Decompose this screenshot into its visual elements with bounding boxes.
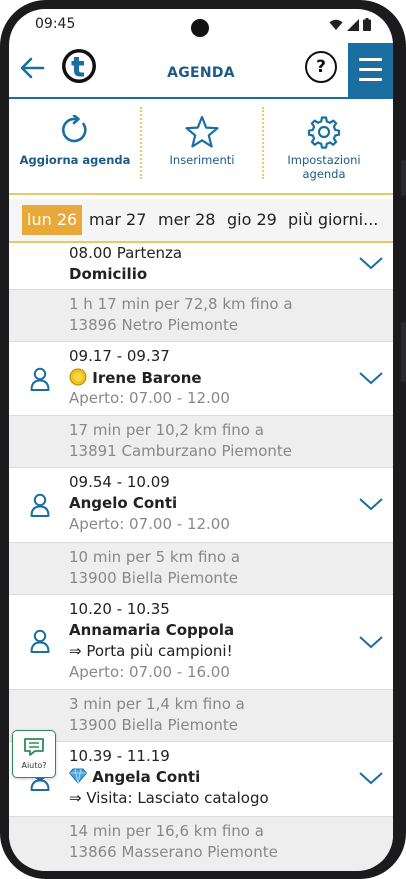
chevron-down-icon[interactable] (358, 255, 384, 271)
travel-destination: 13900 Biella Piemonte (69, 569, 238, 587)
chevron-down-icon[interactable] (358, 496, 384, 512)
travel-duration: 14 min per 16,6 km fino a (69, 822, 264, 840)
appointment-item[interactable]: 09.17 - 09.37 Irene Barone Aperto: 07.00… (9, 342, 393, 416)
settings-label-line1: Impostazioni (287, 153, 361, 167)
sun-badge-icon (69, 368, 87, 386)
appointment-item[interactable]: 10.39 - 11.19 Angela Conti ⇒ Visita: Las… (9, 742, 393, 817)
travel-segment: 3 min per 1,4 km fino a 13900 Biella Pie… (9, 690, 393, 742)
battery-icon (363, 18, 371, 31)
status-bar: 09:45 (9, 9, 393, 43)
travel-segment: 1 h 17 min per 72,8 km fino a 13896 Netr… (9, 290, 393, 342)
opening-hours: Aperto: 07.00 - 12.00 (69, 389, 230, 407)
start-time: 08.00 Partenza (69, 244, 183, 262)
appointment-time: 09.17 - 09.37 (69, 347, 170, 365)
travel-segment: 17 min per 10,2 km fino a 13891 Camburza… (9, 416, 393, 468)
appointment-note: ⇒ Visita: Lasciato catalogo (69, 789, 269, 807)
appointment-time: 10.20 - 10.35 (69, 600, 170, 618)
agenda-settings-label: Impostazioni agenda (264, 153, 384, 181)
day-tab[interactable]: gio 29 (227, 205, 277, 235)
travel-destination: 13866 Masserano Piemonte (69, 843, 278, 861)
settings-label-line2: agenda (302, 167, 346, 181)
wifi-icon (329, 19, 343, 30)
refresh-icon (61, 115, 87, 143)
screen: 09:45 AGENDA ? Aggiorna agenda Inserimen… (9, 9, 393, 871)
power-button (401, 322, 406, 382)
status-icons (329, 18, 371, 31)
star-icon (185, 115, 219, 148)
travel-duration: 1 h 17 min per 72,8 km fino a (69, 295, 293, 313)
volume-button (401, 160, 406, 196)
travel-duration: 17 min per 10,2 km fino a (69, 421, 264, 439)
day-tab[interactable]: mar 27 (89, 205, 146, 235)
entries-label: Inserimenti (169, 153, 235, 167)
refresh-agenda-button[interactable]: Aggiorna agenda (9, 97, 141, 193)
appointment-time: 10.39 - 11.19 (69, 747, 170, 765)
day-selector: lun 26 mar 27 mer 28 gio 29 più giorni..… (9, 199, 393, 243)
phone-frame: 09:45 AGENDA ? Aggiorna agenda Inserimen… (0, 0, 406, 879)
help-chat-label: Aiuto? (21, 761, 47, 770)
appointment-name-text: Irene Barone (92, 369, 202, 387)
travel-duration: 3 min per 1,4 km fino a (69, 695, 245, 713)
help-chat-button[interactable]: Aiuto? (12, 730, 56, 778)
signal-icon (347, 18, 359, 31)
start-item[interactable]: 08.00 Partenza Domicilio (9, 243, 393, 290)
app-header: AGENDA ? (9, 43, 393, 99)
chat-icon (24, 738, 44, 756)
appointment-item[interactable]: 10.20 - 10.35 Annamaria Coppola ⇒ Porta … (9, 595, 393, 690)
travel-destination: 13900 Biella Piemonte (69, 716, 238, 734)
person-icon (30, 629, 50, 653)
menu-icon-bar (359, 78, 382, 81)
opening-hours: Aperto: 07.00 - 12.00 (69, 515, 230, 533)
person-icon (30, 367, 50, 391)
refresh-agenda-label: Aggiorna agenda (19, 153, 131, 167)
agenda-settings-button[interactable]: Impostazioni agenda (264, 97, 384, 193)
diamond-badge-icon (68, 768, 88, 784)
travel-destination: 13896 Netro Piemonte (69, 316, 239, 334)
travel-segment: 14 min per 16,6 km fino a 13866 Masseran… (9, 817, 393, 871)
menu-icon-bar (359, 68, 382, 71)
menu-icon (359, 58, 382, 61)
help-button[interactable]: ? (305, 51, 337, 83)
front-camera (191, 19, 209, 37)
appointment-item[interactable]: 09.54 - 10.09 Angelo Conti Aperto: 07.00… (9, 468, 393, 543)
appointment-name: Angelo Conti (69, 494, 178, 512)
day-tab[interactable]: mer 28 (158, 205, 215, 235)
person-icon (30, 493, 50, 517)
chevron-down-icon[interactable] (358, 370, 384, 386)
appointment-note: ⇒ Porta più campioni! (69, 642, 233, 660)
gear-icon (307, 116, 341, 149)
more-days-tab[interactable]: più giorni... (288, 205, 378, 235)
travel-destination: 13891 Camburzano Piemonte (69, 442, 292, 460)
appointment-name-text: Angela Conti (92, 768, 201, 786)
agenda-toolbar: Aggiorna agenda Inserimenti Impostazioni… (9, 97, 393, 195)
entries-button[interactable]: Inserimenti (142, 97, 262, 193)
appointment-name: Annamaria Coppola (69, 621, 235, 639)
menu-button[interactable] (348, 43, 393, 97)
opening-hours: Aperto: 07.00 - 16.00 (69, 663, 230, 681)
status-time: 09:45 (35, 16, 76, 32)
chevron-down-icon[interactable] (358, 770, 384, 786)
chevron-down-icon[interactable] (358, 634, 384, 650)
start-place: Domicilio (69, 265, 148, 283)
travel-segment: 10 min per 5 km fino a 13900 Biella Piem… (9, 543, 393, 595)
day-tab-active[interactable]: lun 26 (22, 205, 83, 235)
appointment-name: Angela Conti (68, 768, 201, 786)
appointment-time: 09.54 - 10.09 (69, 473, 170, 491)
travel-duration: 10 min per 5 km fino a (69, 548, 241, 566)
appointment-name: Irene Barone (69, 368, 202, 387)
